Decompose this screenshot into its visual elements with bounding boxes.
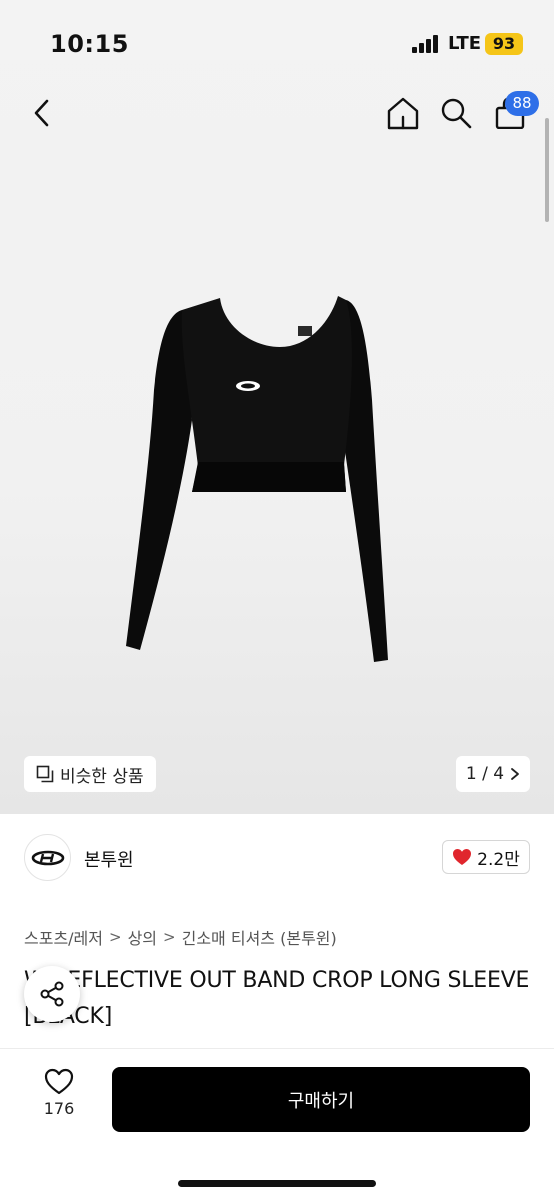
wishlist-count: 176 [43, 1099, 75, 1118]
breadcrumb-item[interactable]: 스포츠/레저 [24, 925, 103, 949]
home-indicator [178, 1180, 376, 1187]
breadcrumb-item[interactable]: 상의 [128, 925, 157, 949]
back-icon [34, 99, 49, 127]
home-button[interactable] [384, 94, 422, 132]
product-image[interactable] [120, 290, 420, 680]
similar-products-label: 비슷한 상품 [60, 766, 144, 787]
shop-like-count: 2.2만 [477, 849, 520, 870]
wishlist-button[interactable]: 176 [30, 1068, 88, 1128]
cart-count-badge: 88 [505, 91, 539, 116]
network-label: LTE [448, 33, 482, 54]
shop-logo-icon [31, 850, 64, 865]
back-button[interactable] [24, 95, 60, 131]
shop-like-button[interactable]: 2.2만 [442, 840, 530, 874]
page-indicator-text: 1 / 4 [465, 764, 505, 784]
home-icon [387, 97, 419, 130]
buy-button[interactable]: 구매하기 [112, 1067, 530, 1132]
search-icon [441, 98, 472, 129]
shop-logo[interactable] [24, 834, 71, 881]
signal-icon [412, 35, 438, 53]
image-page-indicator[interactable]: 1 / 4 [456, 756, 530, 792]
chevron-right-icon [511, 768, 519, 780]
heart-outline-icon [44, 1068, 74, 1095]
chevron-right-icon: > [109, 928, 122, 946]
search-button[interactable] [437, 94, 475, 132]
shop-name[interactable]: 본투윈 [84, 846, 134, 872]
chevron-right-icon: > [163, 928, 176, 946]
similar-products-button[interactable]: 비슷한 상품 [24, 756, 156, 792]
product-title: W REFLECTIVE OUT BAND CROP LONG SLEEVE [… [24, 968, 530, 1029]
heart-icon [453, 849, 472, 865]
share-button[interactable] [24, 966, 80, 1022]
scrollbar[interactable] [545, 118, 549, 222]
status-time: 10:15 [50, 30, 129, 58]
breadcrumb: 스포츠/레저 > 상의 > 긴소매 티셔츠 (본투윈) [24, 925, 337, 949]
copy-icon [36, 765, 54, 783]
battery-indicator: 93 [485, 33, 523, 55]
share-icon [40, 981, 64, 1007]
breadcrumb-item[interactable]: 긴소매 티셔츠 (본투윈) [182, 925, 337, 949]
